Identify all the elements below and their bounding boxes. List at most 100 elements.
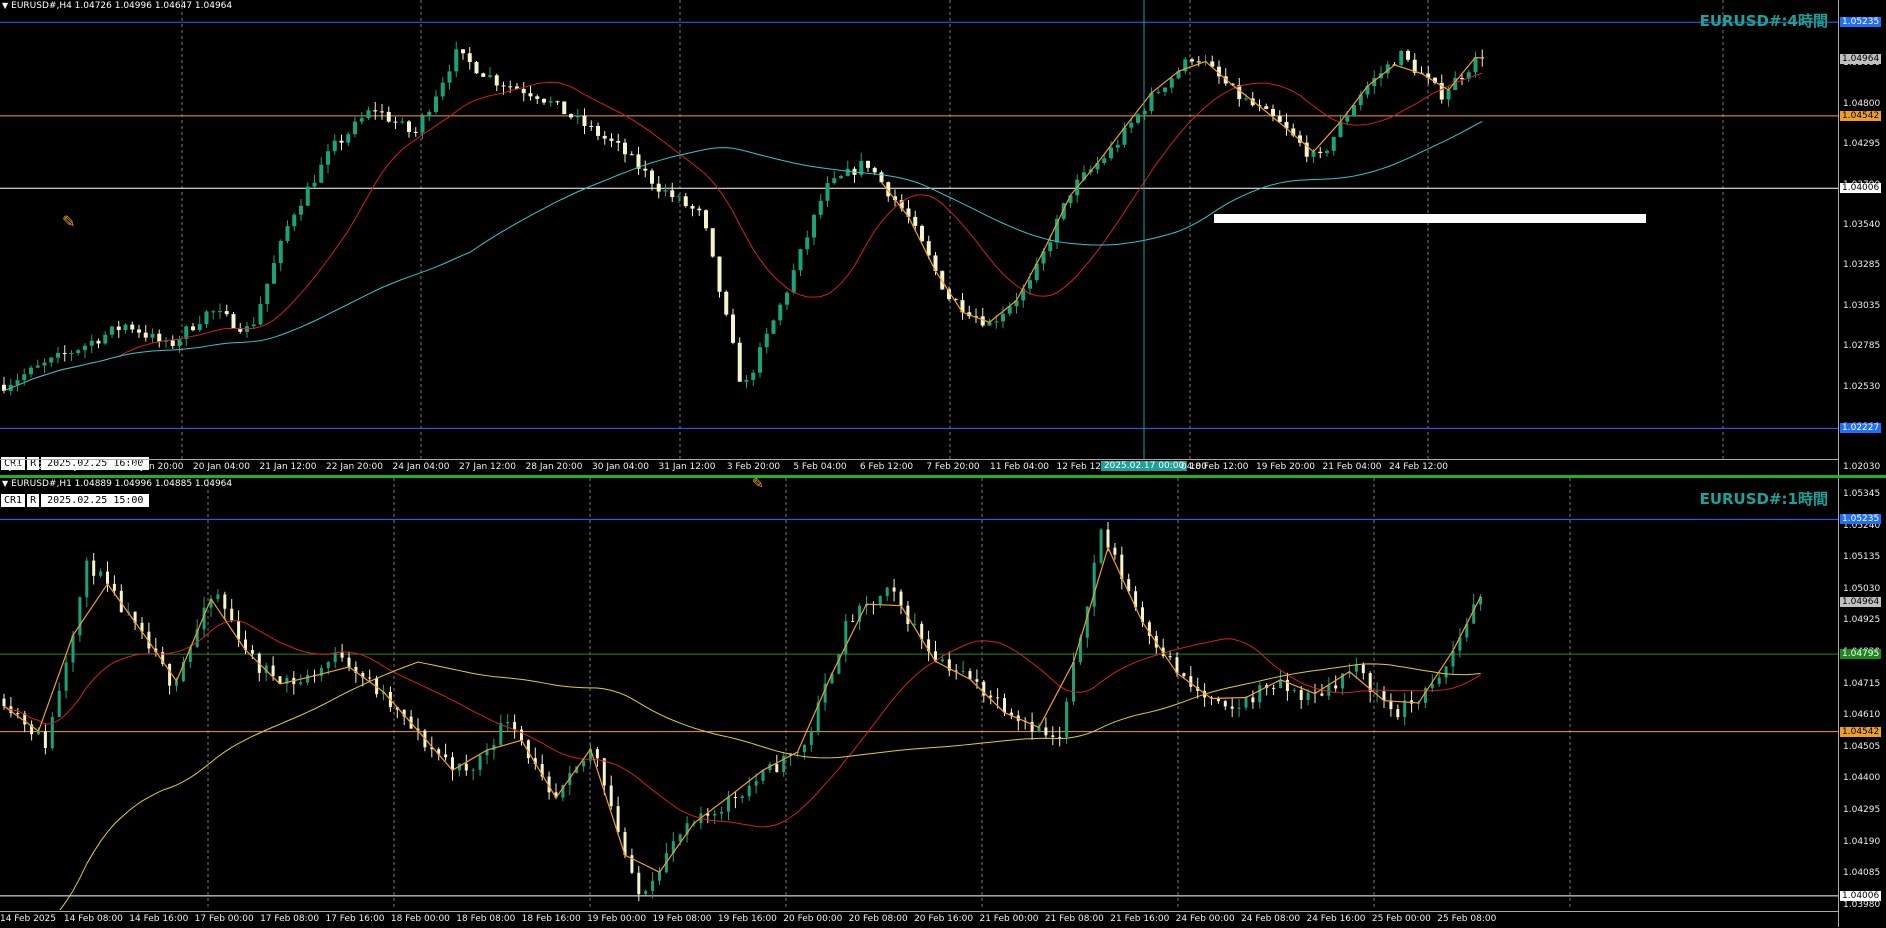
time-tick-label: 20 Feb 08:00	[848, 914, 908, 924]
candle	[1092, 562, 1096, 607]
candle	[76, 350, 81, 354]
candle	[710, 228, 715, 257]
candle	[447, 71, 452, 83]
candle	[454, 49, 459, 72]
candle	[683, 196, 688, 207]
candle	[616, 140, 621, 143]
candle	[292, 214, 297, 227]
candle	[168, 663, 172, 686]
candle	[339, 140, 344, 143]
candle	[218, 311, 222, 313]
time-tick-label: 19 Feb 16:00	[717, 914, 777, 924]
candle	[223, 594, 227, 609]
candle	[1163, 87, 1167, 92]
candle	[461, 49, 465, 54]
candle	[913, 216, 918, 226]
candle	[506, 722, 510, 724]
time-tick-label: 5 Feb 04:00	[793, 462, 847, 472]
candle	[1406, 50, 1410, 60]
candle	[751, 372, 756, 380]
candle	[562, 101, 567, 115]
collapse-triangle-icon[interactable]: ▼	[2, 1, 8, 10]
candle	[50, 717, 54, 749]
candle	[717, 256, 722, 292]
time-tick-label: 24 Jan 04:00	[392, 462, 450, 472]
candle	[899, 591, 903, 606]
candle	[1196, 61, 1201, 63]
candle	[386, 111, 391, 122]
time-tick-label: 14 Feb 2025	[0, 914, 57, 924]
candle	[892, 587, 896, 592]
price-tick-label: 1.04925	[1843, 615, 1881, 626]
candle	[346, 134, 351, 143]
candle	[609, 785, 613, 807]
time-tick-label: 24 Feb 08:00	[1241, 914, 1301, 924]
candle	[333, 652, 337, 663]
h4-time-axis[interactable]: 14 Jan 2025 15 Jan 12:00 16 Jan 20:00 20 Ja…	[0, 459, 1838, 476]
candle	[658, 872, 661, 881]
h1-time-axis[interactable]: 14 Feb 2025 14 Feb 08:00 14 Feb 16:00 17 Fe…	[0, 911, 1838, 928]
candle	[805, 237, 810, 250]
candle	[1271, 108, 1275, 117]
price-level-tag: 1.05235	[1840, 514, 1882, 525]
drawn-rectangle	[1214, 214, 1646, 223]
candle	[845, 168, 850, 176]
h4-chart-canvas[interactable]: ✎	[0, 0, 1838, 459]
candle	[1169, 78, 1174, 88]
h1-symbol-info: ▼ EURUSD#,H1 1.04889 1.04996 1.04885 1.04…	[2, 479, 233, 489]
h1-chart-canvas[interactable]: ✎	[0, 478, 1838, 910]
h4-pane-title: EURUSD#:4時間	[1699, 12, 1828, 30]
collapse-triangle-icon[interactable]: ▼	[2, 479, 8, 488]
price-tick-label: 1.03035	[1843, 300, 1881, 311]
candle	[677, 196, 681, 198]
price-tick-label: 1.04190	[1843, 836, 1881, 847]
time-tick-label: 17 Feb 08:00	[260, 914, 320, 924]
candle	[535, 96, 540, 99]
candle	[501, 85, 506, 87]
candle	[528, 93, 533, 97]
candle	[1345, 116, 1350, 122]
time-tick-label: 14 Feb 16:00	[129, 914, 189, 924]
h1-crosshair-time: 2025.02.25 15:00	[41, 494, 150, 507]
price-tick-label: 1.02030	[1843, 462, 1881, 473]
candle	[569, 114, 573, 118]
candle	[1106, 529, 1110, 548]
time-tick-label: 21 Feb 16:00	[1110, 914, 1170, 924]
candle	[1237, 707, 1241, 709]
candle	[305, 186, 310, 206]
chart-pane-h1[interactable]: ✎ ▼ EURUSD#,H1 1.04889 1.04996 1.04885 1.…	[0, 478, 1886, 927]
candle	[427, 111, 432, 117]
time-tick-label: 24 Feb 16:00	[1306, 914, 1366, 924]
candle	[996, 697, 1000, 699]
candle	[737, 342, 742, 382]
time-tick-label: 17 Feb 16:00	[325, 914, 385, 924]
candle	[211, 311, 216, 313]
candle	[663, 190, 668, 192]
h1-price-axis[interactable]: 1.053451.052401.051351.050301.049251.048…	[1838, 478, 1886, 927]
candle	[306, 674, 310, 683]
candle	[878, 596, 882, 605]
candle	[754, 780, 758, 786]
candle	[747, 785, 751, 797]
candle	[278, 241, 283, 264]
candle	[629, 154, 634, 156]
price-tick-label: 1.03980	[1843, 899, 1881, 910]
time-tick-label: 16 Jan 20:00	[126, 462, 184, 472]
candle	[521, 88, 526, 94]
candle	[520, 729, 523, 741]
pen-marker-icon: ✎	[752, 478, 764, 492]
candle	[1258, 685, 1262, 703]
chart-pane-h4[interactable]: ✎ ▼ EURUSD#,H4 1.04726 1.04996 1.04647 1.…	[0, 0, 1886, 475]
time-tick-label: 21 Feb 08:00	[1044, 914, 1104, 924]
h4-symbol-info: ▼ EURUSD#,H4 1.04726 1.04996 1.04647 1.04…	[2, 1, 233, 11]
h4-price-axis[interactable]: 1.053001.050501.048001.042951.037901.035…	[1838, 0, 1886, 475]
price-tick-label: 1.05345	[1843, 489, 1881, 499]
candle	[22, 374, 27, 381]
candle	[1403, 700, 1407, 718]
candle	[112, 583, 116, 591]
time-tick-label: 27 Jan 12:00	[459, 462, 516, 472]
candle	[961, 671, 965, 673]
candle	[1396, 709, 1400, 718]
candle	[616, 806, 620, 833]
candle	[851, 621, 855, 623]
